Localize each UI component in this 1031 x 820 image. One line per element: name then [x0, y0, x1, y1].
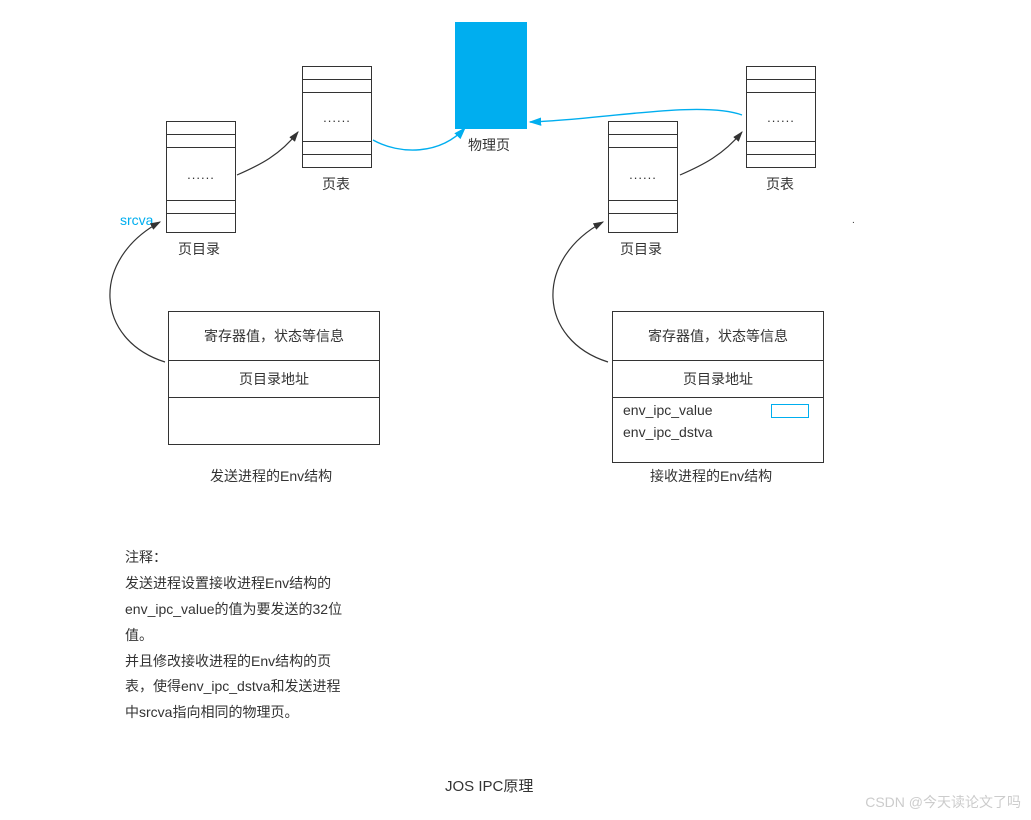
notes-l1: 发送进程设置接收进程Env结构的 — [125, 571, 385, 597]
recv-env-box: 寄存器值，状态等信息 页目录地址 env_ipc_value env_ipc_d… — [612, 311, 824, 463]
notes-block: 注释： 发送进程设置接收进程Env结构的 env_ipc_value的值为要发送… — [125, 545, 385, 726]
notes-l5: 表，使得env_ipc_dstva和发送进程 — [125, 674, 385, 700]
send-page-table-dots: ...... — [303, 93, 371, 142]
recv-env-ipc-dstva: env_ipc_dstva — [613, 422, 823, 442]
send-page-dir-label: 页目录 — [178, 239, 220, 259]
recv-page-dir-label: 页目录 — [620, 239, 662, 259]
send-env-label: 发送进程的Env结构 — [210, 466, 332, 486]
recv-page-dir-dots: ...... — [609, 148, 677, 201]
send-env-box: 寄存器值，状态等信息 页目录地址 — [168, 311, 380, 445]
send-page-dir-dots: ...... — [167, 148, 235, 201]
diagram-title: JOS IPC原理 — [445, 775, 533, 796]
recv-env-row-regs: 寄存器值，状态等信息 — [613, 312, 823, 361]
physical-page-box — [455, 22, 527, 129]
recv-env-label: 接收进程的Env结构 — [650, 466, 772, 486]
send-page-table-label: 页表 — [322, 174, 350, 194]
recv-page-table-label: 页表 — [766, 174, 794, 194]
physical-page-label: 物理页 — [468, 135, 510, 155]
recv-page-dir: ...... — [608, 121, 678, 233]
recv-env-ipc-value: env_ipc_value — [623, 402, 713, 418]
recv-page-table: ...... — [746, 66, 816, 168]
notes-header: 注释： — [125, 545, 385, 571]
notes-l3: 值。 — [125, 623, 385, 649]
srcva-label: srcva — [120, 212, 153, 228]
send-page-table: ...... — [302, 66, 372, 168]
watermark: CSDN @今天读论文了吗 — [865, 792, 1021, 812]
stray-dot: . — [852, 215, 855, 226]
send-env-row-regs: 寄存器值，状态等信息 — [169, 312, 379, 361]
send-page-dir: ...... — [166, 121, 236, 233]
recv-env-ipc-value-box — [771, 404, 809, 418]
send-env-row-pdir: 页目录地址 — [169, 361, 379, 398]
notes-l6: 中srcva指向相同的物理页。 — [125, 700, 385, 726]
recv-page-table-dots: ...... — [747, 93, 815, 142]
recv-env-row-pdir: 页目录地址 — [613, 361, 823, 398]
notes-l4: 并且修改接收进程的Env结构的页 — [125, 649, 385, 675]
notes-l2: env_ipc_value的值为要发送的32位 — [125, 597, 385, 623]
